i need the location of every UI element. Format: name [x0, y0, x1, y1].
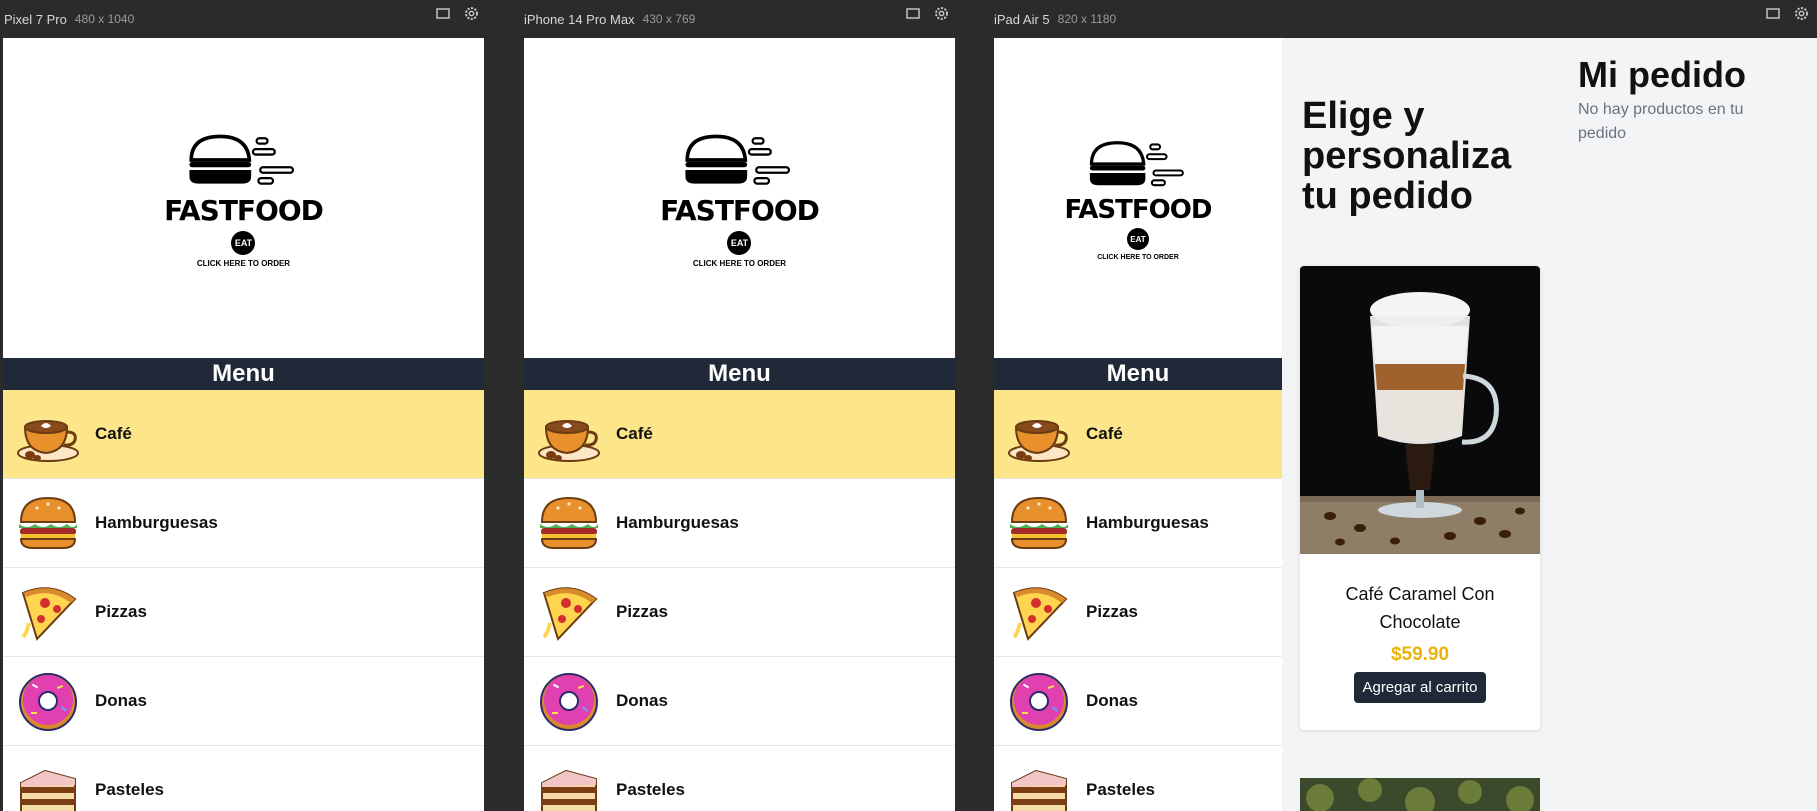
burger-logo-icon [184, 128, 302, 192]
burger-logo-icon [680, 128, 798, 192]
category-label: Donas [1086, 691, 1138, 710]
brand-cta: CLICK HERE TO ORDER [1097, 254, 1179, 261]
category-item-donas[interactable]: Donas [994, 657, 1282, 746]
cake-icon [536, 757, 602, 811]
product-image [1300, 266, 1540, 554]
category-item-donas[interactable]: Donas [524, 657, 955, 746]
category-label: Pizzas [1086, 602, 1138, 621]
device-size: 480 x 1040 [74, 12, 135, 26]
add-to-cart-button[interactable]: Agregar al carrito [1354, 672, 1486, 703]
product-name: Café Caramel Con Chocolate [1345, 584, 1495, 632]
category-item-pasteles[interactable]: Pasteles [994, 746, 1282, 811]
device-frame-pixel: FASTFOOD EAT CLICK HERE TO ORDER Menu Ca… [3, 38, 484, 811]
brand-title: FASTFOOD [660, 194, 820, 227]
category-label: Café [95, 424, 132, 443]
device-name: iPhone 14 Pro Max [524, 11, 635, 27]
category-item-hamburguesas[interactable]: Hamburguesas [3, 479, 484, 568]
product-card-next [1300, 778, 1540, 811]
rotate-icon[interactable] [436, 8, 450, 19]
menu-header: Menu [994, 358, 1282, 390]
device-frame-iphone: FASTFOOD EAT CLICK HERE TO ORDER Menu Ca… [524, 38, 955, 811]
donut-icon [536, 668, 602, 734]
cake-icon [1006, 757, 1072, 811]
category-label: Donas [95, 691, 147, 710]
device-header-iphone: iPhone 14 Pro Max 430 x 769 [524, 0, 695, 38]
category-label: Pasteles [1086, 780, 1155, 799]
category-label: Hamburguesas [1086, 513, 1209, 532]
order-empty-message: No hay productos en tu pedido [1578, 101, 1744, 142]
rotate-icon[interactable] [906, 8, 920, 19]
brand-logo[interactable]: FASTFOOD EAT CLICK HERE TO ORDER [994, 38, 1282, 358]
brand-title: FASTFOOD [164, 194, 324, 227]
category-item-hamburguesas[interactable]: Hamburguesas [524, 479, 955, 568]
device-header-ipad: iPad Air 5 820 x 1180 [994, 0, 1116, 38]
brand-logo[interactable]: FASTFOOD EAT CLICK HERE TO ORDER [3, 38, 484, 358]
pizza-icon [1006, 579, 1072, 645]
device-name: iPad Air 5 [994, 11, 1050, 27]
donut-icon [1006, 668, 1072, 734]
brand-badge: EAT [231, 231, 256, 255]
category-label: Café [1086, 424, 1123, 443]
menu-header: Menu [3, 358, 484, 390]
coffee-icon [536, 401, 602, 467]
rotate-icon[interactable] [1766, 8, 1780, 19]
settings-icon[interactable] [464, 6, 479, 21]
donut-icon [15, 668, 81, 734]
category-label: Pasteles [616, 780, 685, 799]
burger-icon [536, 490, 602, 556]
sidebar: FASTFOOD EAT CLICK HERE TO ORDER Menu Ca… [994, 38, 1282, 811]
burger-icon [15, 490, 81, 556]
settings-icon[interactable] [934, 6, 949, 21]
brand-logo[interactable]: FASTFOOD EAT CLICK HERE TO ORDER [524, 38, 955, 358]
category-label: Pasteles [95, 780, 164, 799]
device-size: 430 x 769 [642, 12, 696, 26]
brand-title: FASTFOOD [1064, 195, 1213, 225]
category-label: Pizzas [616, 602, 668, 621]
pizza-icon [15, 579, 81, 645]
device-size: 820 x 1180 [1057, 12, 1117, 26]
category-item-cafe[interactable]: Café [524, 390, 955, 479]
cake-icon [15, 757, 81, 811]
brand-cta: CLICK HERE TO ORDER [196, 259, 291, 268]
category-label: Hamburguesas [616, 513, 739, 532]
device-tools-ipad [1766, 6, 1809, 21]
category-item-pasteles[interactable]: Pasteles [3, 746, 484, 811]
category-item-pizzas[interactable]: Pizzas [3, 568, 484, 657]
category-label: Pizzas [95, 602, 147, 621]
category-label: Café [616, 424, 653, 443]
device-header-pixel: Pixel 7 Pro 480 x 1040 [4, 0, 134, 38]
brand-badge: EAT [1126, 228, 1149, 250]
coffee-icon [15, 401, 81, 467]
category-item-hamburguesas[interactable]: Hamburguesas [994, 479, 1282, 568]
pizza-icon [536, 579, 602, 645]
coffee-icon [1006, 401, 1072, 467]
brand-badge: EAT [727, 231, 752, 255]
category-item-donas[interactable]: Donas [3, 657, 484, 746]
category-label: Donas [616, 691, 668, 710]
device-tools-iphone [906, 6, 949, 21]
menu-header: Menu [524, 358, 955, 390]
category-item-cafe[interactable]: Café [3, 390, 484, 479]
category-item-cafe[interactable]: Café [994, 390, 1282, 479]
category-label: Hamburguesas [95, 513, 218, 532]
device-name: Pixel 7 Pro [4, 11, 67, 27]
category-item-pasteles[interactable]: Pasteles [524, 746, 955, 811]
page-heading: Elige y personaliza tu pedido [1302, 95, 1512, 217]
device-frame-ipad: FASTFOOD EAT CLICK HERE TO ORDER Menu Ca… [994, 38, 1817, 811]
burger-logo-icon [1085, 135, 1191, 193]
order-title: Mi pedido [1578, 54, 1746, 95]
product-price: $59.90 [1390, 644, 1450, 665]
device-tools-pixel [436, 6, 479, 21]
category-item-pizzas[interactable]: Pizzas [994, 568, 1282, 657]
settings-icon[interactable] [1794, 6, 1809, 21]
product-card: Café Caramel Con Chocolate $59.90 Agrega… [1300, 266, 1540, 730]
brand-cta: CLICK HERE TO ORDER [692, 259, 787, 268]
burger-icon [1006, 490, 1072, 556]
category-item-pizzas[interactable]: Pizzas [524, 568, 955, 657]
